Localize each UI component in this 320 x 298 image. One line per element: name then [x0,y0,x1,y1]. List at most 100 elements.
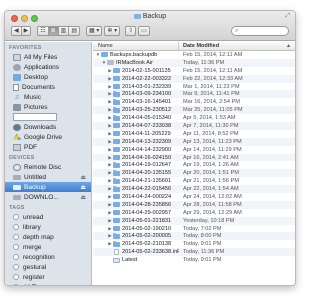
date-modified-cell: Apr 22, 2014, 1:54 AM [183,186,239,193]
share-button[interactable]: ⇧ [125,26,137,36]
date-modified-cell: Today, 7:02 PM [183,225,222,232]
date-modified-cell: Feb 22, 2014, 12:33 AM [183,75,243,82]
fullscreen-icon[interactable]: ⤢ [285,13,290,20]
arrange-button[interactable]: ▦ ▾ [86,26,103,36]
file-name-cell: Latest [93,257,179,263]
sidebar-tag-register[interactable]: register [5,272,91,282]
file-name: 2014-03-16-145401 [122,99,172,106]
sidebar-tag-merge[interactable]: merge [5,242,91,252]
file-list: Name Date Modified ▲ ▼ Backups.backupdb Fe… [93,42,295,285]
date-modified-cell: Apr 14, 2014, 11:29 PM [183,146,242,153]
folder-icon [113,186,120,192]
file-name-cell: ▶ 2014-04-07-233038 [93,122,179,129]
file-row[interactable]: ▶ 2014-04-14-232900 Apr 14, 2014, 11:29 PM [93,146,295,154]
sidebar-tag-label: All Tags... [23,284,51,286]
folder-icon [113,67,120,74]
file-row[interactable]: ▶ 2014-03-16-145401 Mar 16, 2014, 2:54 PM [93,98,295,106]
tags-button[interactable]: ▭ [138,26,150,36]
folder-icon [113,91,120,97]
sidebar-tag-depth-map[interactable]: depth map [5,232,91,242]
search-field[interactable]: ⌕ [231,26,289,36]
date-modified-cell: Apr 29, 2014, 12:29 AM [183,209,242,216]
file-row[interactable]: ▶ 2014-02-15-001135 Feb 15, 2014, 12:11 AM [93,67,295,75]
file-name: 2014-05-02-190210 [122,225,172,232]
sidebar-item-documents[interactable]: Documents [5,82,91,92]
window-title: Backup [5,13,295,20]
folder-icon [113,115,120,121]
file-row[interactable]: ▶ 2014-03-09-234100 Mar 9, 2014, 11:41 PM [93,90,295,99]
file-row[interactable]: ▶ 2014-03-01-232339 Mar 1, 2014, 11:23 PM [93,83,295,91]
tags-header: TAGS [9,205,25,211]
sidebar-item-untitled[interactable]: Untitled ⏏ [5,172,91,182]
forward-button[interactable]: ▶ [20,26,32,36]
eject-icon[interactable]: ⏏ [80,194,86,201]
date-modified-column-header[interactable]: Date Modified ▲ [179,42,295,50]
file-row[interactable]: ▶ 2014-04-13-232309 Apr 13, 2014, 11:23 PM [93,137,295,146]
search-input[interactable] [242,27,286,35]
sidebar-item-label: Applications [24,63,60,71]
file-row[interactable]: ▶ 2014-05-02-190210 Today, 7:02 PM [93,225,295,233]
file-row[interactable]: Latest Today, 9:01 PM [93,256,295,264]
file-row[interactable]: ▶ 2014-04-11-205229 Apr 11, 2014, 8:52 PM [93,130,295,138]
file-row[interactable]: ▶ 2014-02-22-003322 Feb 22, 2014, 12:33 AM [93,74,295,83]
sidebar-item-all-my-files[interactable]: All My Files [5,52,91,62]
sidebar-tag-gestural[interactable]: gestural [5,262,91,272]
file-row[interactable]: ▶ 2014-04-19-012647 Apr 19, 2014, 1:26 AM [93,161,295,169]
sidebar-item-backup[interactable]: Backup ⏏ [5,182,91,192]
name-column-header[interactable]: Name [93,42,179,50]
eject-icon[interactable]: ⏏ [80,174,86,181]
file-row[interactable]: ▶ 2014-04-05-015340 Apr 5, 2014, 1:53 AM [93,114,295,122]
sidebar-item-downlo[interactable]: DOWNLO... ⏏ [5,192,91,202]
file-name-cell: ▶ 2014-04-21-135601 [93,178,179,184]
file-row[interactable]: ▶ 2014-04-22-015456 Apr 22, 2014, 1:54 AM [93,185,295,194]
date-modified-cell: Mar 1, 2014, 11:23 PM [183,83,240,90]
tag-dot-icon [13,274,19,280]
sidebar-tag-label: merge [23,243,42,251]
file-name-cell: ▶ 2014-04-05-015340 [93,115,179,121]
sidebar-tag-recognition[interactable]: recognition [5,252,91,262]
folder-icon [113,99,120,105]
file-name: 2014-04-28-235856 [122,201,172,208]
sidebar-rename-field[interactable] [13,113,57,121]
file-row[interactable]: ▼ Backups.backupdb Feb 15, 2014, 12:11 AM [93,51,295,59]
sidebar-item-remote-disc[interactable]: Remote Disc [5,162,91,172]
nav-group: ◀ ▶ [11,26,32,36]
file-row[interactable]: ▶ 2014-04-20-135155 Apr 20, 2014, 1:51 PM [93,169,295,178]
folder-icon [113,130,120,137]
file-name: 2014-04-07-233038 [122,122,172,129]
sidebar-tag-library[interactable]: library [5,222,91,232]
file-row[interactable]: ▶ 2014-04-29-002957 Apr 29, 2014, 12:29 AM [93,209,295,217]
file-row[interactable]: ▶ 2014-04-21-135601 Apr 21, 2014, 1:56 PM [93,177,295,185]
drive-icon [13,174,21,180]
sidebar-item-desktop[interactable]: Desktop [5,72,91,82]
sidebar-item-pictures[interactable]: Pictures [5,102,91,112]
sidebar-item-google-drive[interactable]: Google Drive [5,132,91,142]
file-row[interactable]: ▶ 2014-05-01-221831 Yesterday, 10:18 PM [93,216,295,225]
file-row[interactable]: ▶ 2014-04-24-000224 Apr 24, 2014, 12:02 AM [93,193,295,201]
file-row[interactable]: 2014-05-02-233638.inProgress Today, 11:36… [93,248,295,257]
file-name: 2014-04-24-000224 [122,193,172,200]
action-button[interactable]: ✻ ▾ [104,26,121,36]
sidebar-item-pdf[interactable]: PDF [5,142,91,152]
file-row[interactable]: ▶ 2014-05-02-210138 Today, 9:01 PM [93,240,295,248]
sidebar-item-downloads[interactable]: Downloads [5,122,91,132]
cover-flow-button[interactable]: ▤ [68,26,81,36]
music-icon: ♫ [14,93,20,101]
date-modified-cell: Today, 9:01 PM [183,257,222,264]
tag-dot-icon [13,224,19,230]
file-row[interactable]: ▼ IRMacBook Air Today, 11:36 PM [93,58,295,67]
sidebar-item-label: Music [24,93,41,101]
sidebar-item-label: Remote Disc [24,163,62,171]
file-row[interactable]: ▶ 2014-03-25-230512 Mar 25, 2014, 11:05 PM [93,106,295,115]
file-row[interactable]: ▶ 2014-04-16-024150 Apr 16, 2014, 2:41 AM [93,153,295,162]
file-row[interactable]: ▶ 2014-05-02-200005 Today, 8:00 PM [93,232,295,241]
file-name-cell: ▶ 2014-04-16-024150 [93,154,179,161]
file-name-cell: ▶ 2014-04-20-135155 [93,170,179,176]
sidebar-item-music[interactable]: ♫ Music [5,92,91,102]
sidebar-tag-all-tags[interactable]: All Tags... [5,282,91,285]
file-row[interactable]: ▶ 2014-04-28-235856 Apr 28, 2014, 11:58 PM [93,200,295,209]
eject-icon[interactable]: ⏏ [80,184,86,191]
sidebar-item-applications[interactable]: Applications [5,62,91,72]
file-row[interactable]: ▶ 2014-04-07-233038 Apr 7, 2014, 11:30 PM [93,122,295,130]
sidebar-tag-unread[interactable]: unread [5,212,91,222]
